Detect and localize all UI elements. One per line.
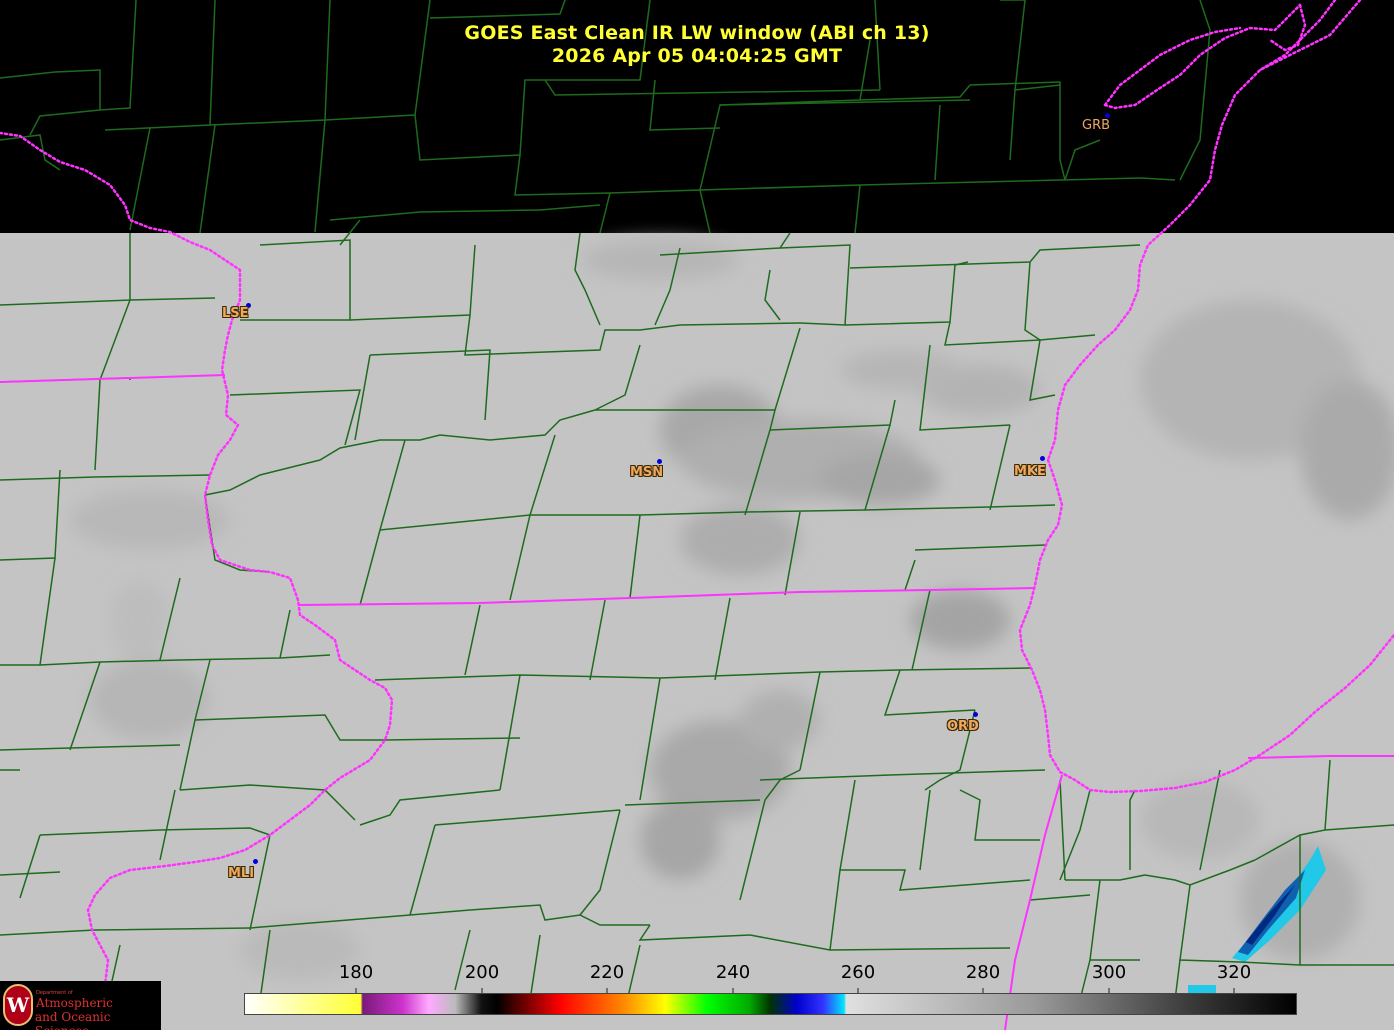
station-label: MKE: [1014, 464, 1046, 479]
colorbar-tick-label: 180: [338, 962, 374, 983]
colorbar-tick-label: 280: [965, 962, 1001, 983]
colorbar-tick-label: 200: [464, 962, 500, 983]
station-dot: [253, 859, 258, 864]
colorbar-tick-label: 240: [715, 962, 751, 983]
station-label: MSN: [630, 465, 664, 480]
colorbar-tick-label: 300: [1091, 962, 1127, 983]
aos-logo: W Department of Atmospheric and Oceanic …: [0, 981, 161, 1030]
satellite-image-viewer: GOES East Clean IR LW window (ABI ch 13)…: [0, 0, 1394, 1030]
station-dot: [657, 459, 662, 464]
image-timestamp: 2026 Apr 05 04:04:25 GMT: [551, 45, 843, 67]
colorbar-tick-label: 320: [1216, 962, 1252, 983]
colorbar-tick-label: 220: [589, 962, 625, 983]
logo-line2: and Oceanic Sciences: [35, 1010, 111, 1030]
logo-line1: Atmospheric: [36, 996, 113, 1010]
ir-map: [0, 0, 1394, 1030]
uw-seal-icon: W: [3, 984, 33, 1026]
image-title: GOES East Clean IR LW window (ABI ch 13): [464, 22, 930, 44]
station-label: GRB: [1082, 118, 1111, 133]
station-dot: [1040, 456, 1045, 461]
colorbar-tick-label: 260: [840, 962, 876, 983]
station-label: MLI: [228, 866, 255, 881]
station-dot: [973, 712, 978, 717]
station-label: LSE: [222, 306, 249, 321]
station-label: ORD: [947, 719, 979, 734]
temperature-colorbar: [244, 993, 1297, 1015]
